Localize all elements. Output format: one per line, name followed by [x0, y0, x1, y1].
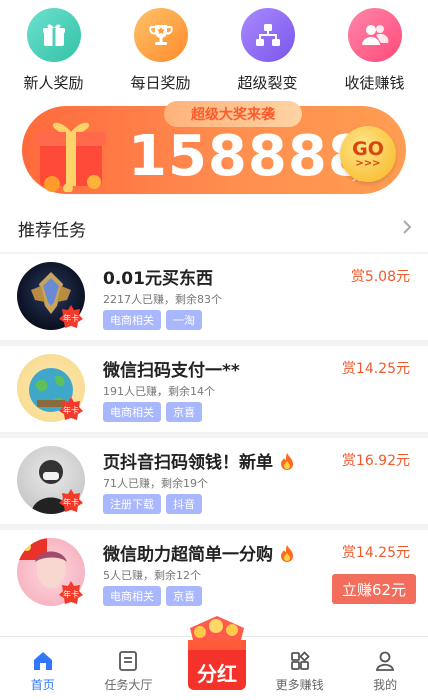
year-card-badge-icon: 年卡 [59, 581, 83, 604]
task-item[interactable]: 年卡 页抖音扫码领钱！新单 71人已赚，剩余19个 注册下载 抖音 赏16.92… [0, 432, 428, 524]
nav-home[interactable]: 首页 [0, 637, 86, 700]
task-tags: 注册下载 抖音 [103, 494, 202, 514]
task-title-text: 微信助力超简单一分购 [103, 545, 273, 565]
task-tag: 电商相关 [103, 586, 161, 606]
fire-icon [280, 453, 293, 470]
year-card-badge-icon: 年卡 [59, 397, 83, 420]
fire-icon [280, 545, 293, 562]
trophy-icon [133, 8, 188, 62]
task-item[interactable]: 年卡 微信助力超简单一分购 5人已赚，剩余12个 电商相关 京喜 赏14.25元… [0, 524, 428, 616]
task-tags: 电商相关 京喜 [103, 402, 202, 422]
task-title: 页抖音扫码领钱！新单 [103, 448, 295, 473]
users-icon [347, 8, 402, 62]
task-reward: 赏5.08元 [350, 269, 410, 285]
task-tag: 注册下载 [103, 494, 161, 514]
task-title: 微信助力超简单一分购 [103, 540, 295, 565]
go-button[interactable]: GO >>> [340, 126, 396, 182]
task-reward: 赏14.25元 [341, 361, 410, 377]
nav-label: 我的 [373, 678, 398, 692]
task-meta: 191人已赚，剩余14个 [103, 385, 215, 398]
task-tag: 抖音 [166, 494, 202, 514]
task-title-text: 页抖音扫码领钱！新单 [103, 453, 273, 473]
quick-link-label: 超级裂变 [237, 74, 298, 92]
task-meta: 71人已赚，剩余19个 [103, 477, 208, 490]
task-tag: 电商相关 [103, 310, 161, 330]
task-item[interactable]: 年卡 0.01元买东西 2217人已赚，剩余83个 电商相关 一淘 赏5.08元 [0, 252, 428, 340]
task-tag: 一淘 [166, 310, 202, 330]
nav-label: 任务大厅 [104, 678, 153, 692]
nav-label: 首页 [30, 678, 55, 692]
quick-link-label: 每日奖励 [130, 74, 191, 92]
task-tag: 京喜 [166, 586, 202, 606]
task-meta: 5人已赚，剩余12个 [103, 569, 201, 582]
quick-link-daily[interactable]: 每日奖励 [107, 0, 214, 104]
nav-mine[interactable]: 我的 [342, 637, 428, 700]
year-card-badge-icon: 年卡 [59, 489, 83, 512]
nav-more-earn[interactable]: 更多赚钱 [257, 637, 343, 700]
task-tag: 京喜 [166, 402, 202, 422]
network-icon [240, 8, 295, 62]
gift-icon [26, 8, 81, 62]
grid-icon [290, 651, 310, 670]
quick-link-newcomer[interactable]: 新人奖励 [0, 0, 107, 104]
earn-now-button[interactable]: 立赚62元 [332, 574, 416, 604]
task-title: 微信扫码支付一** [103, 361, 240, 381]
user-icon [376, 651, 395, 671]
task-meta: 2217人已赚，剩余83个 [103, 293, 222, 306]
quick-link-apprentice[interactable]: 收徒赚钱 [321, 0, 428, 104]
year-card-badge-text: 年卡 [63, 589, 79, 599]
section-header[interactable]: 推荐任务 [0, 210, 428, 246]
year-card-badge-icon: 年卡 [59, 305, 83, 328]
banner-amount: 158888 [128, 124, 368, 189]
task-reward: 赏14.25元 [341, 545, 410, 561]
gift-box-icon [36, 122, 106, 192]
quick-link-fission[interactable]: 超级裂变 [214, 0, 321, 104]
quick-link-label: 收徒赚钱 [344, 74, 405, 92]
promo-banner[interactable]: 超级大奖来袭 158888 元 GO >>> [22, 101, 406, 194]
year-card-badge-text: 年卡 [63, 405, 79, 415]
go-label: GO [352, 138, 384, 160]
task-list-icon [119, 651, 138, 671]
go-arrows: >>> [355, 158, 381, 169]
task-tags: 电商相关 一淘 [103, 310, 202, 330]
task-list: 年卡 0.01元买东西 2217人已赚，剩余83个 电商相关 一淘 赏5.08元… [0, 252, 428, 616]
section-title: 推荐任务 [18, 220, 86, 241]
year-card-badge-text: 年卡 [63, 313, 79, 323]
task-item[interactable]: 年卡 微信扫码支付一** 191人已赚，剩余14个 电商相关 京喜 赏14.25… [0, 340, 428, 432]
task-reward: 赏16.92元 [341, 453, 410, 469]
quick-links: 新人奖励 每日奖励 超级裂变 收徒赚钱 [0, 0, 428, 104]
bonus-button[interactable]: 分红 [186, 614, 248, 692]
nav-label: 更多赚钱 [275, 678, 324, 692]
task-tags: 电商相关 京喜 [103, 586, 202, 606]
task-title: 0.01元买东西 [103, 269, 213, 289]
quick-link-label: 新人奖励 [23, 74, 84, 92]
nav-task-hall[interactable]: 任务大厅 [86, 637, 172, 700]
bonus-label: 分红 [197, 662, 237, 686]
home-icon [33, 652, 52, 670]
task-tag: 电商相关 [103, 402, 161, 422]
chevron-right-icon[interactable] [400, 218, 414, 236]
year-card-badge-text: 年卡 [63, 497, 79, 507]
